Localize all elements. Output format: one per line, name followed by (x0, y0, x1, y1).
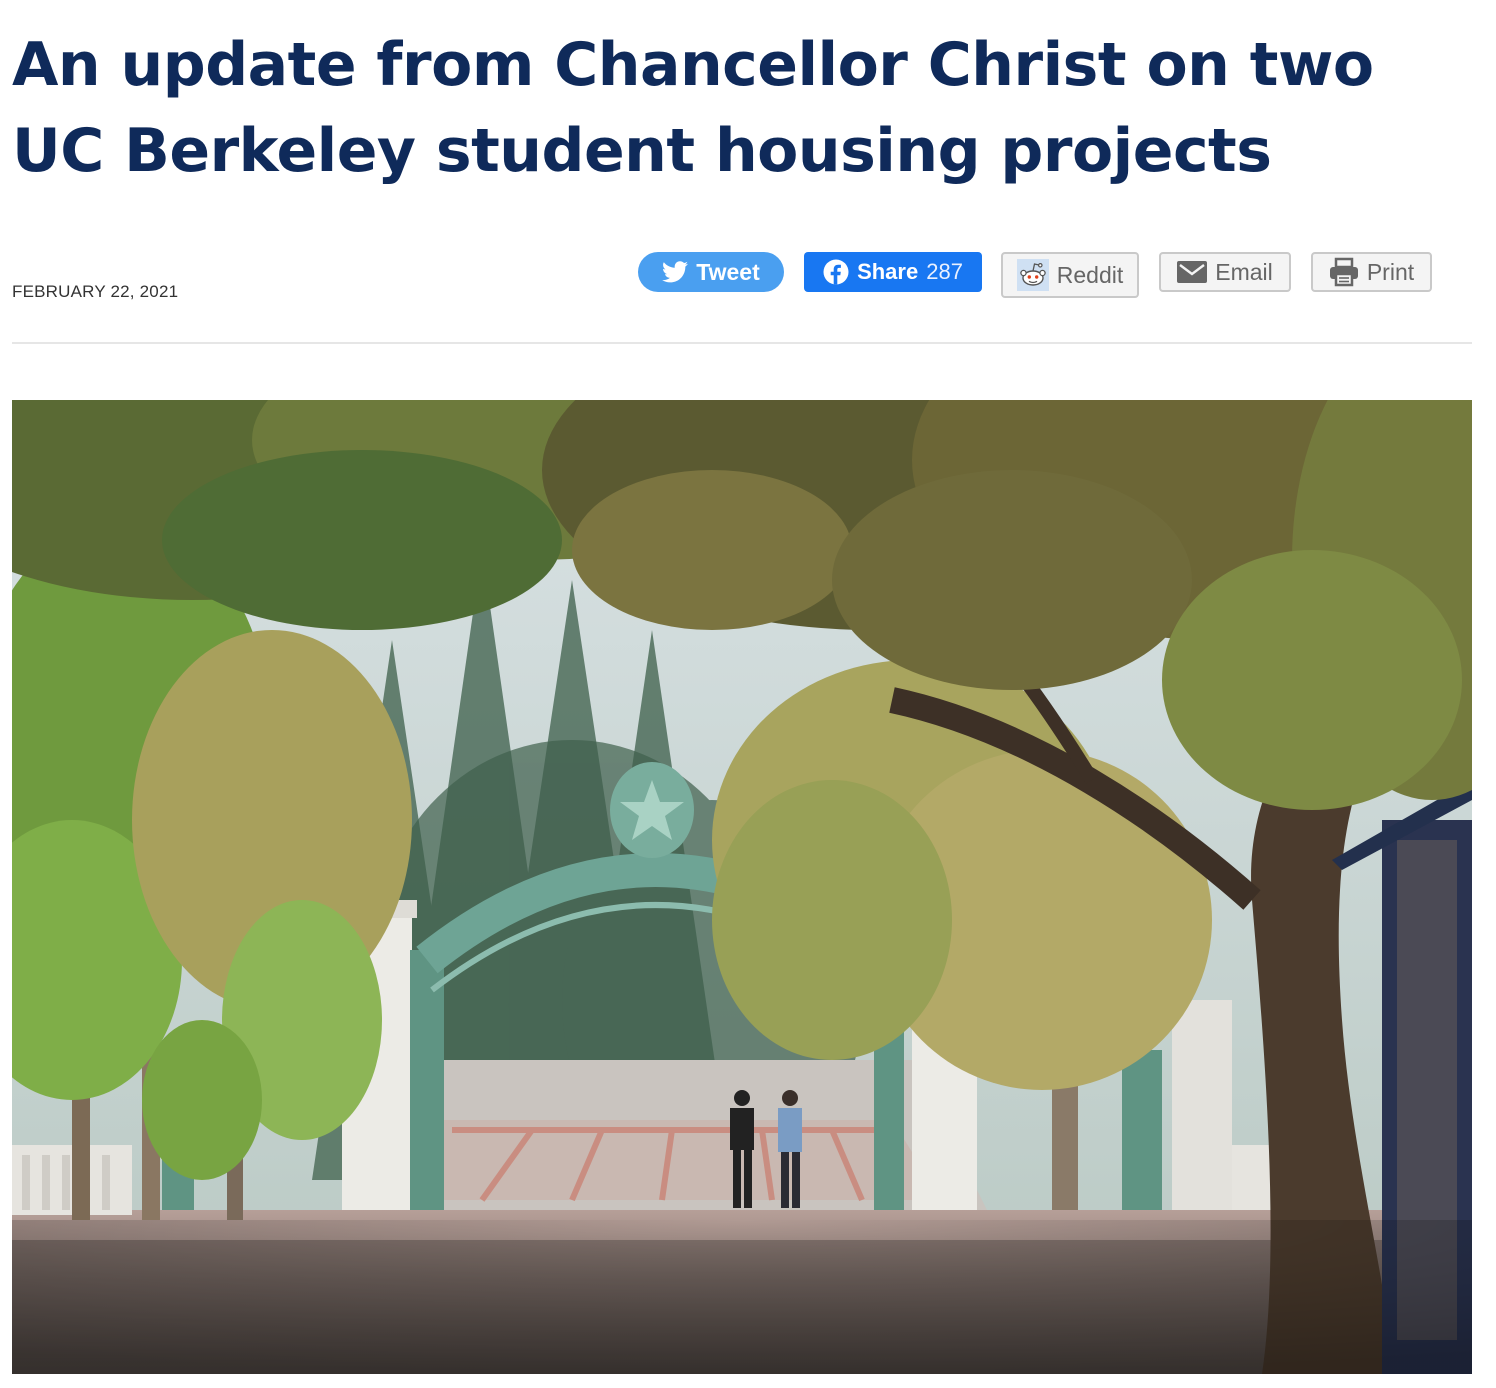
reddit-button[interactable]: Reddit (1001, 252, 1139, 298)
hero-image (12, 400, 1472, 1374)
sather-gate-photo (12, 400, 1472, 1374)
share-count: 287 (926, 259, 963, 284)
header-divider (12, 342, 1472, 344)
tweet-button[interactable]: Tweet (638, 252, 784, 292)
reddit-label: Reddit (1056, 261, 1124, 288)
email-icon (1177, 261, 1208, 283)
facebook-icon (823, 259, 849, 285)
print-button[interactable]: Print (1311, 252, 1432, 292)
share-toolbar: Tweet Share 287 Reddit Email Print (0, 252, 1496, 300)
print-label: Print (1366, 258, 1415, 285)
share-label: Share (857, 259, 919, 284)
twitter-icon (662, 261, 689, 283)
article-title: An update from Chancellor Christ on two … (12, 30, 1374, 186)
facebook-share-button[interactable]: Share 287 (804, 252, 982, 292)
email-button[interactable]: Email (1159, 252, 1291, 292)
email-label: Email (1215, 258, 1273, 285)
tweet-label: Tweet (696, 258, 760, 285)
reddit-icon (1016, 259, 1049, 291)
print-icon (1329, 257, 1358, 287)
